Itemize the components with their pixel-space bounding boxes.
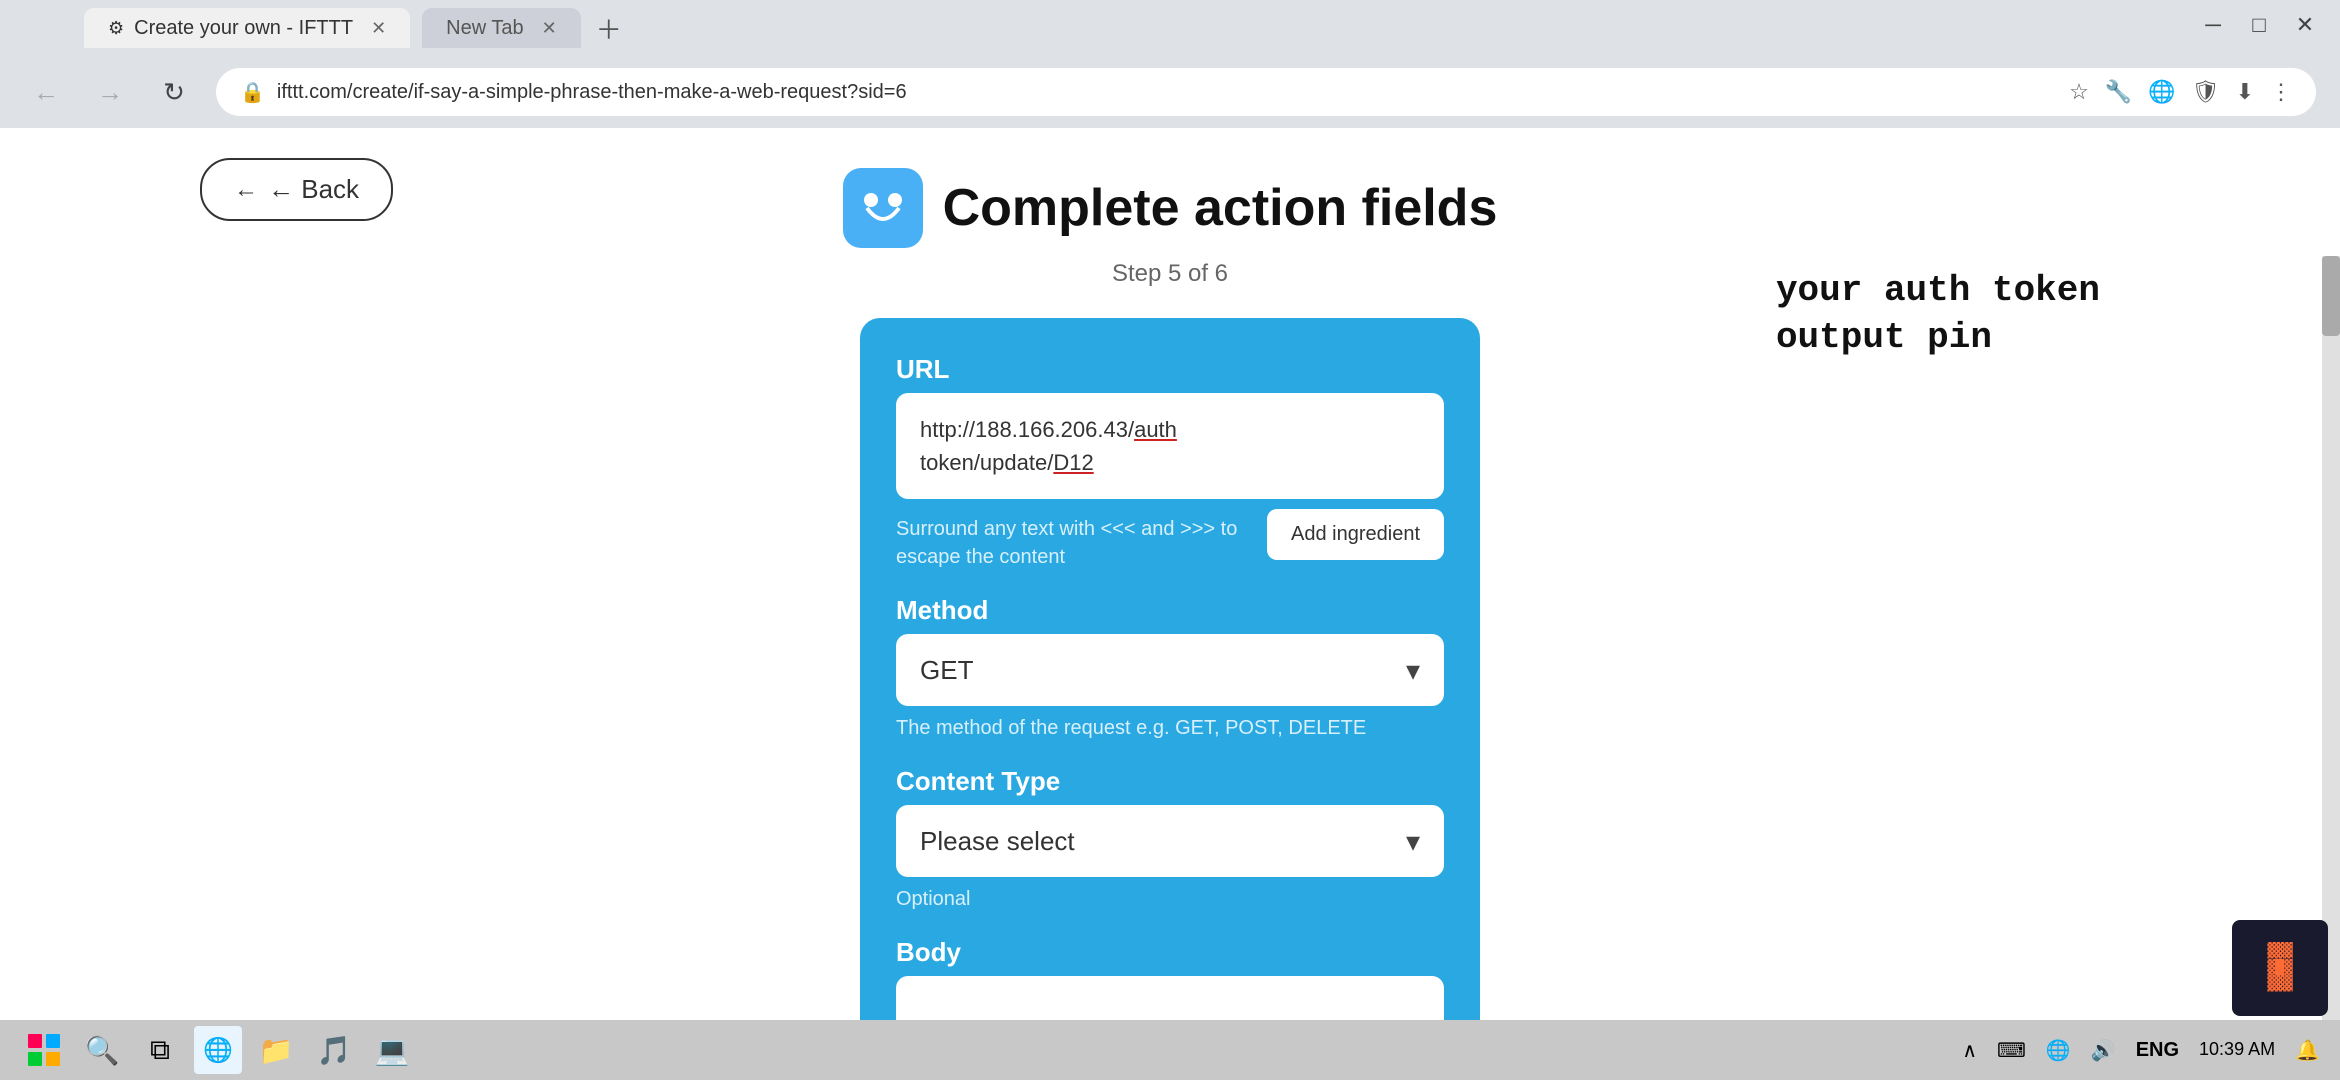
back-button-label: ← Back xyxy=(268,174,359,205)
page-header: Complete action fields Step 5 of 6 xyxy=(843,168,1498,288)
content-type-hint: Optional xyxy=(896,885,1444,913)
method-dropdown-arrow: ▾ xyxy=(1406,654,1420,687)
body-label: Body xyxy=(896,937,1444,968)
url-part3: token/update/ xyxy=(920,450,1053,475)
lang-label: ENG xyxy=(2136,1039,2179,1062)
url-part2: auth xyxy=(1134,417,1177,442)
keyboard-icon: ⌨ xyxy=(1997,1038,2026,1063)
bookmark-icon[interactable]: ☆ xyxy=(2069,79,2089,105)
clock-time: 10:39 AM xyxy=(2199,1038,2275,1061)
method-value: GET xyxy=(920,655,973,686)
back-nav-button[interactable]: ← xyxy=(24,70,68,114)
url-hint: Surround any text with <<< and >>> to es… xyxy=(896,515,1255,571)
annotation-line2: output pin xyxy=(1776,315,2100,362)
minimize-button[interactable]: ─ xyxy=(2198,10,2228,40)
method-select[interactable]: GET ▾ xyxy=(896,634,1444,706)
files-taskbar-icon[interactable]: 📁 xyxy=(252,1026,300,1074)
ext-icon-1[interactable]: 🔧 xyxy=(2105,79,2132,105)
menu-icon[interactable]: ⋮ xyxy=(2270,79,2292,105)
back-arrow-icon: ← xyxy=(234,176,258,204)
ext-icon-3[interactable]: 🛡 xyxy=(2192,79,2220,105)
notification-icon[interactable]: 🔔 xyxy=(2295,1038,2320,1063)
url-field-group: URL http://188.166.206.43/auth token/upd… xyxy=(896,354,1444,571)
forward-nav-button[interactable]: → xyxy=(88,70,132,114)
new-tab-button[interactable]: ＋ xyxy=(589,8,629,48)
tab-2-close[interactable]: ✕ xyxy=(542,18,557,39)
address-bar[interactable]: 🔒 ifttt.com/create/if-say-a-simple-phras… xyxy=(216,68,2316,116)
content-type-dropdown-arrow: ▾ xyxy=(1406,825,1420,858)
taskview-icon[interactable]: ⧉ xyxy=(136,1026,184,1074)
content-type-field-group: Content Type Please select ▾ Optional xyxy=(896,766,1444,913)
tab-1-label: Create your own - IFTTT xyxy=(134,17,353,40)
tab-bar: ⚙ Create your own - IFTTT ✕ New Tab ✕ ＋ … xyxy=(0,0,2340,56)
method-label: Method xyxy=(896,595,1444,626)
scrollbar-thumb[interactable] xyxy=(2322,256,2340,336)
maximize-button[interactable]: □ xyxy=(2244,10,2274,40)
tab-1-close[interactable]: ✕ xyxy=(371,18,386,39)
tray-up-arrow[interactable]: ∧ xyxy=(1962,1038,1977,1063)
start-button[interactable] xyxy=(20,1026,68,1074)
annotation-line1: your auth token xyxy=(1776,268,2100,315)
reload-button[interactable]: ↻ xyxy=(152,70,196,114)
page-title: Complete action fields xyxy=(943,178,1498,238)
clock: 10:39 AM xyxy=(2199,1038,2275,1061)
url-line1: http://188.166.206.43/auth xyxy=(920,413,1420,446)
tab-2-label: New Tab xyxy=(446,17,523,40)
method-field-group: Method GET ▾ The method of the request e… xyxy=(896,595,1444,742)
search-icon[interactable]: 🔍 xyxy=(78,1026,126,1074)
ifttt-logo xyxy=(843,168,923,248)
form-card: URL http://188.166.206.43/auth token/upd… xyxy=(860,318,1480,1080)
network-icon[interactable]: 🌐 xyxy=(2046,1038,2071,1063)
app1-icon[interactable]: 🎵 xyxy=(310,1026,358,1074)
add-ingredient-button-1[interactable]: Add ingredient xyxy=(1267,509,1444,560)
address-bar-row: ← → ↻ 🔒 ifttt.com/create/if-say-a-simple… xyxy=(0,56,2340,128)
scrollbar[interactable] xyxy=(2322,256,2340,1020)
address-text: ifttt.com/create/if-say-a-simple-phrase-… xyxy=(277,81,907,104)
back-button[interactable]: ← ← Back xyxy=(200,158,393,221)
content-type-label: Content Type xyxy=(896,766,1444,797)
app2-icon[interactable]: 💻 xyxy=(368,1026,416,1074)
content-type-value: Please select xyxy=(920,826,1075,857)
url-input[interactable]: http://188.166.206.43/auth token/update/… xyxy=(896,393,1444,499)
tab-1[interactable]: ⚙ Create your own - IFTTT ✕ xyxy=(84,8,410,48)
url-line2: token/update/D12 xyxy=(920,446,1420,479)
window-controls: ─ □ ✕ xyxy=(2198,10,2320,40)
tab-2[interactable]: New Tab ✕ xyxy=(422,8,581,48)
method-hint: The method of the request e.g. GET, POST… xyxy=(896,714,1444,742)
url-part1: http://188.166.206.43/ xyxy=(920,417,1134,442)
url-label: URL xyxy=(896,354,1444,385)
browser-chrome: ⚙ Create your own - IFTTT ✕ New Tab ✕ ＋ … xyxy=(0,0,2340,128)
taskbar: 🔍 ⧉ 🌐 📁 🎵 💻 ∧ ⌨ 🌐 🔊 ENG 10:39 AM 🔔 xyxy=(0,1020,2340,1080)
url-part4: D12 xyxy=(1053,450,1093,475)
browser-taskbar-icon[interactable]: 🌐 xyxy=(194,1026,242,1074)
close-button[interactable]: ✕ xyxy=(2290,10,2320,40)
ext-icon-2[interactable]: 🌐 xyxy=(2148,79,2175,105)
content-type-select[interactable]: Please select ▾ xyxy=(896,805,1444,877)
ext-icon-4[interactable]: ⬇ xyxy=(2236,79,2254,105)
system-widget: ▓▓▓▓█▓▓▓▓ xyxy=(2232,920,2328,1016)
page-content: ← ← Back Complete action fields Step 5 o… xyxy=(0,128,2340,1080)
annotation-text: your auth token output pin xyxy=(1776,268,2100,362)
volume-icon[interactable]: 🔊 xyxy=(2091,1038,2116,1063)
step-indicator: Step 5 of 6 xyxy=(1112,260,1228,288)
